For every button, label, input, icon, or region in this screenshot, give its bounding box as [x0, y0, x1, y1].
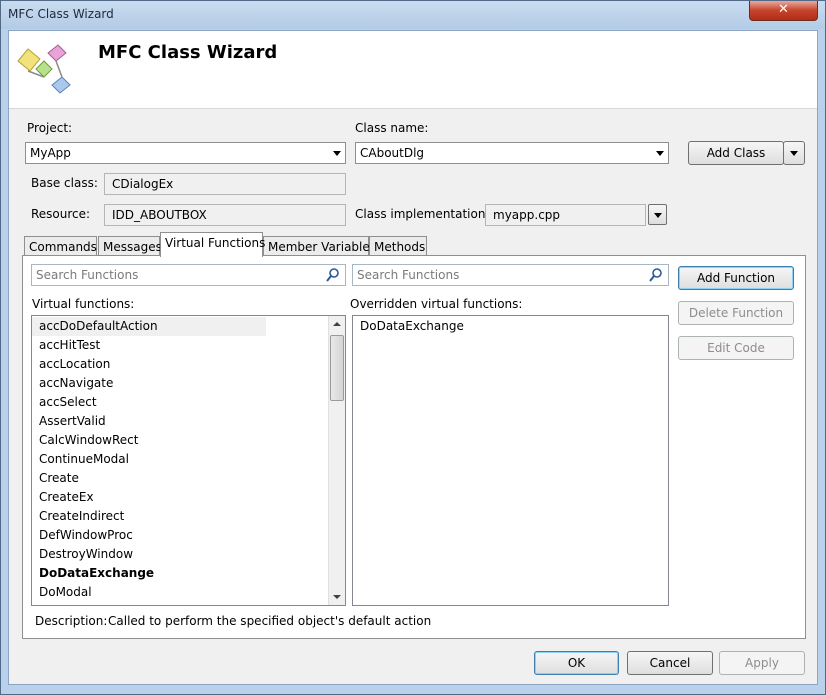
base-class-field: CDialogEx — [104, 173, 346, 195]
chevron-down-icon — [656, 151, 664, 156]
scrollbar-thumb[interactable] — [330, 335, 344, 401]
chevron-down-icon — [790, 151, 798, 156]
dialog-window: MFC Class Wizard ✕ MFC Class Wizard Proj… — [0, 0, 826, 695]
search-placeholder: Search Functions — [357, 268, 460, 282]
scroll-down-icon[interactable] — [329, 589, 345, 605]
classname-label: Class name: — [355, 121, 429, 135]
chevron-down-icon — [654, 213, 662, 218]
edit-code-label: Edit Code — [707, 341, 765, 355]
apply-label: Apply — [745, 656, 779, 670]
list-content: DoDataExchange — [353, 316, 668, 336]
list-item[interactable]: accDoDefaultAction — [32, 317, 266, 336]
search-virtual-functions-input[interactable]: Search Functions — [31, 264, 346, 286]
description-text: Called to perform the specified object's… — [108, 614, 432, 628]
chevron-down-icon — [333, 151, 341, 156]
class-implementation-label: Class implementation: — [355, 207, 490, 221]
add-class-dropdown-button[interactable] — [783, 141, 805, 165]
list-item[interactable]: CreateIndirect — [32, 507, 345, 526]
virtual-functions-list[interactable]: accDoDefaultAction accHitTest accLocatio… — [31, 315, 346, 606]
vertical-scrollbar[interactable] — [328, 316, 345, 605]
apply-button[interactable]: Apply — [719, 651, 805, 675]
dialog-client: MFC Class Wizard Project: MyApp Class na… — [8, 30, 818, 685]
page-title: MFC Class Wizard — [98, 42, 278, 63]
list-item[interactable]: Create — [32, 469, 345, 488]
virtual-functions-label: Virtual functions: — [32, 297, 135, 311]
resource-value: IDD_ABOUTBOX — [112, 208, 207, 222]
tab-member-variables[interactable]: Member Variables — [263, 236, 376, 256]
search-icon[interactable] — [325, 267, 341, 283]
delete-function-label: Delete Function — [688, 306, 784, 320]
cancel-button[interactable]: Cancel — [627, 651, 713, 675]
close-button[interactable]: ✕ — [749, 1, 818, 21]
overridden-functions-label: Overridden virtual functions: — [350, 297, 523, 311]
ok-label: OK — [567, 656, 586, 670]
list-item[interactable]: DestroyWindow — [32, 545, 345, 564]
list-item[interactable]: CalcWindowRect — [32, 431, 345, 450]
search-icon[interactable] — [648, 267, 664, 283]
list-item[interactable]: CreateEx — [32, 488, 345, 507]
tab-messages[interactable]: Messages — [98, 236, 162, 256]
search-overridden-functions-input[interactable]: Search Functions — [352, 264, 669, 286]
class-implementation-dropdown[interactable] — [648, 204, 667, 225]
classname-combo[interactable]: CAboutDlg — [355, 142, 669, 164]
add-function-button[interactable]: Add Function — [678, 266, 794, 290]
tab-label: Commands — [29, 240, 97, 254]
title-bar[interactable]: MFC Class Wizard ✕ — [1, 1, 825, 29]
tab-label: Methods — [374, 240, 426, 254]
add-class-button[interactable]: Add Class — [688, 141, 784, 165]
tab-commands[interactable]: Commands — [24, 236, 97, 256]
cancel-label: Cancel — [649, 656, 691, 670]
close-icon: ✕ — [778, 2, 789, 17]
wizard-icon — [14, 37, 76, 99]
window-title: MFC Class Wizard — [8, 7, 114, 21]
list-item[interactable]: AssertValid — [32, 412, 345, 431]
tab-methods[interactable]: Methods — [369, 236, 427, 256]
scroll-up-icon[interactable] — [329, 316, 345, 332]
overridden-functions-list[interactable]: DoDataExchange — [352, 315, 669, 606]
edit-code-button[interactable]: Edit Code — [678, 336, 794, 360]
add-class-label: Add Class — [706, 146, 766, 160]
project-value: MyApp — [30, 146, 71, 160]
classname-value: CAboutDlg — [360, 146, 425, 160]
class-implementation-value: myapp.cpp — [493, 208, 561, 222]
list-item[interactable]: accLocation — [32, 355, 345, 374]
header-band: MFC Class Wizard — [9, 31, 817, 109]
list-item[interactable]: DefWindowProc — [32, 526, 345, 545]
project-label: Project: — [27, 121, 73, 135]
list-item[interactable]: ContinueModal — [32, 450, 345, 469]
delete-function-button[interactable]: Delete Function — [678, 301, 794, 325]
add-function-label: Add Function — [696, 271, 776, 285]
class-implementation-field[interactable]: myapp.cpp — [485, 204, 646, 226]
resource-field: IDD_ABOUTBOX — [104, 204, 346, 226]
list-item[interactable]: DoModal — [32, 583, 345, 602]
resource-label: Resource: — [31, 207, 91, 221]
tab-label: Member Variables — [268, 240, 377, 254]
tab-virtual-functions[interactable]: Virtual Functions — [160, 232, 266, 257]
base-class-value: CDialogEx — [112, 177, 174, 191]
virtual-functions-panel: Search Functions Search Functions Add Fu… — [22, 255, 806, 639]
list-item[interactable]: DoDataExchange — [32, 564, 345, 583]
list-item[interactable]: accSelect — [32, 393, 345, 412]
tab-label: Virtual Functions — [165, 236, 266, 250]
list-content: accDoDefaultAction accHitTest accLocatio… — [32, 316, 345, 602]
description-label: Description: — [35, 614, 108, 628]
list-item[interactable]: DoDataExchange — [353, 317, 668, 336]
list-item[interactable]: accNavigate — [32, 374, 345, 393]
project-combo[interactable]: MyApp — [25, 142, 346, 164]
list-item[interactable]: accHitTest — [32, 336, 345, 355]
base-class-label: Base class: — [31, 176, 98, 190]
tab-label: Messages — [103, 240, 162, 254]
search-placeholder: Search Functions — [36, 268, 139, 282]
ok-button[interactable]: OK — [534, 651, 619, 675]
